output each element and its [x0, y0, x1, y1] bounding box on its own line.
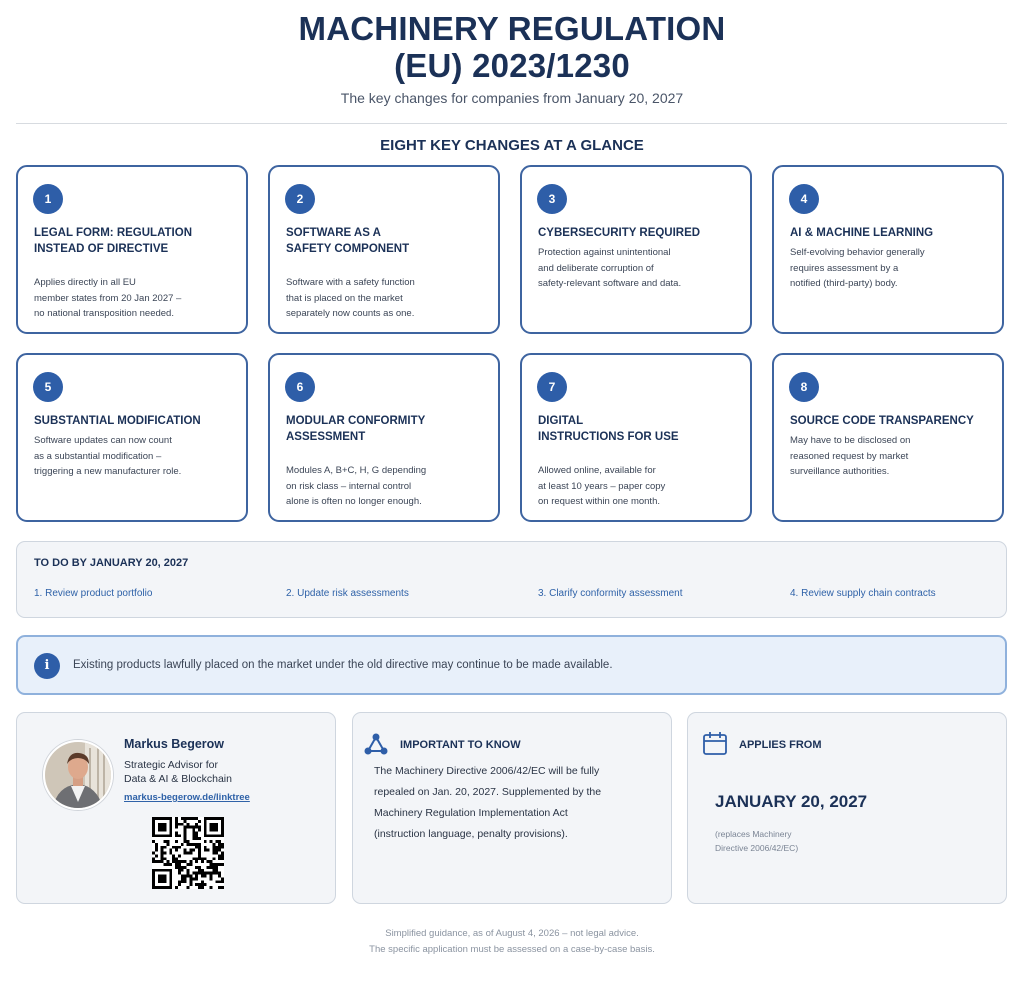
author-role: Strategic Advisor for Data & AI & Blockc… [124, 759, 232, 785]
card-title: SOURCE CODE TRANSPARENCY [790, 415, 974, 427]
important-panel: IMPORTANT TO KNOW The Machinery Directiv… [352, 712, 672, 904]
change-card-4: 4 AI & MACHINE LEARNING Self-evolving be… [772, 165, 1004, 334]
card-text: May have to be disclosed on reasoned req… [790, 435, 911, 477]
todo-item-1: 1. Review product portfolio [34, 588, 153, 599]
applies-note: (replaces Machinery Directive 2006/42/EC… [715, 829, 799, 853]
important-title: IMPORTANT TO KNOW [400, 739, 521, 751]
footer-disclaimer: Simplified guidance, as of August 4, 202… [369, 928, 655, 955]
todo-item-4: 4. Review supply chain contracts [790, 588, 936, 599]
change-card-3: 3 CYBERSECURITY REQUIRED Protection agai… [520, 165, 752, 334]
author-link[interactable]: markus-begerow.de/linktree [124, 792, 250, 803]
title-line-2: (EU) 2023/1230 [394, 47, 630, 84]
card-number-badge: 8 [789, 372, 819, 402]
card-text: Modules A, B+C, H, G depending on risk c… [286, 465, 427, 507]
card-text: Protection against unintentional and del… [538, 247, 682, 289]
card-text: Self-evolving behavior generally require… [790, 247, 925, 289]
change-card-1: 1 LEGAL FORM: REGULATION INSTEAD OF DIRE… [16, 165, 248, 334]
card-text: Allowed online, available for at least 1… [538, 465, 666, 507]
card-number-badge: 3 [537, 184, 567, 214]
todo-title: TO DO BY JANUARY 20, 2027 [34, 557, 189, 569]
change-card-5: 5 SUBSTANTIAL MODIFICATION Software upda… [16, 353, 248, 522]
change-card-7: 7 DIGITAL INSTRUCTIONS FOR USE Allowed o… [520, 353, 752, 522]
card-number-badge: 4 [789, 184, 819, 214]
important-text: The Machinery Directive 2006/42/EC will … [374, 765, 602, 840]
author-panel: Markus Begerow Strategic Advisor for Dat… [16, 712, 336, 904]
change-card-2: 2 SOFTWARE AS A SAFETY COMPONENT Softwar… [268, 165, 500, 334]
section-title: EIGHT KEY CHANGES AT A GLANCE [380, 137, 644, 154]
info-banner: i Existing products lawfully placed on t… [16, 635, 1007, 695]
change-card-8: 8 SOURCE CODE TRANSPARENCY May have to b… [772, 353, 1004, 522]
change-card-6: 6 MODULAR CONFORMITY ASSESSMENT Modules … [268, 353, 500, 522]
card-title: MODULAR CONFORMITY ASSESSMENT [286, 415, 426, 443]
card-text: Applies directly in all EU member states… [34, 277, 182, 319]
card-number-badge: 6 [285, 372, 315, 402]
info-text: Existing products lawfully placed on the… [73, 659, 613, 671]
card-title: DIGITAL INSTRUCTIONS FOR USE [538, 415, 679, 443]
card-number-badge: 2 [285, 184, 315, 214]
card-number-badge: 1 [33, 184, 63, 214]
todo-item-2: 2. Update risk assessments [286, 588, 409, 599]
page-title: MACHINERY REGULATION (EU) 2023/1230 [0, 10, 1024, 84]
qr-code[interactable] [152, 817, 224, 889]
card-text: Software with a safety function that is … [286, 277, 415, 319]
calendar-icon [703, 732, 727, 755]
card-number-badge: 5 [33, 372, 63, 402]
todo-box: TO DO BY JANUARY 20, 2027 1. Review prod… [16, 541, 1007, 618]
card-title: SOFTWARE AS A SAFETY COMPONENT [286, 227, 410, 255]
title-line-1: MACHINERY REGULATION [298, 10, 726, 47]
author-avatar [43, 740, 113, 810]
applies-date: JANUARY 20, 2027 [715, 792, 868, 811]
divider [16, 123, 1007, 124]
card-title: CYBERSECURITY REQUIRED [538, 227, 701, 239]
info-icon: i [34, 653, 60, 679]
card-text: Software updates can now count as a subs… [34, 435, 182, 477]
card-title: AI & MACHINE LEARNING [790, 227, 934, 239]
todo-item-3: 3. Clarify conformity assessment [538, 588, 683, 599]
applies-title: APPLIES FROM [739, 739, 822, 751]
card-title: LEGAL FORM: REGULATION INSTEAD OF DIRECT… [34, 227, 193, 255]
page-subtitle: The key changes for companies from Janua… [340, 90, 684, 106]
applies-panel: APPLIES FROM JANUARY 20, 2027 (replaces … [687, 712, 1007, 904]
author-name: Markus Begerow [124, 737, 225, 751]
network-icon [364, 733, 388, 755]
card-title: SUBSTANTIAL MODIFICATION [34, 415, 201, 427]
card-number-badge: 7 [537, 372, 567, 402]
